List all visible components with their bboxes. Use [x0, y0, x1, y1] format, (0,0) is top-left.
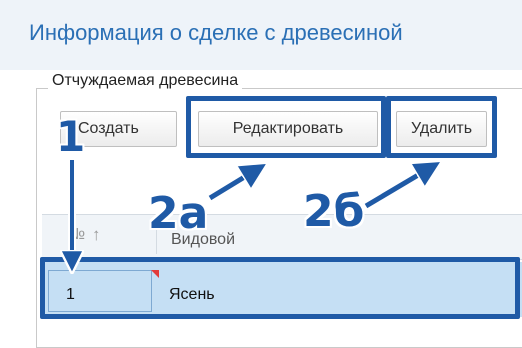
annotation-step-1: 1	[56, 112, 86, 161]
delete-button-highlight	[386, 96, 497, 158]
column-header-number[interactable]: № ↑	[56, 222, 156, 252]
sort-ascending-icon: ↑	[92, 225, 101, 244]
page-title: Информация о сделке с древесиной	[29, 20, 403, 45]
page-header: Информация о сделке с древесиной	[0, 0, 522, 70]
row-highlight	[40, 257, 520, 319]
fieldset-legend: Отчуждаемая древесина	[48, 72, 243, 90]
edit-button-highlight	[186, 96, 386, 158]
annotation-step-2a: 2а	[148, 188, 209, 239]
column-header-number-label: №	[68, 226, 86, 243]
annotation-step-2b: 2б	[303, 186, 365, 237]
